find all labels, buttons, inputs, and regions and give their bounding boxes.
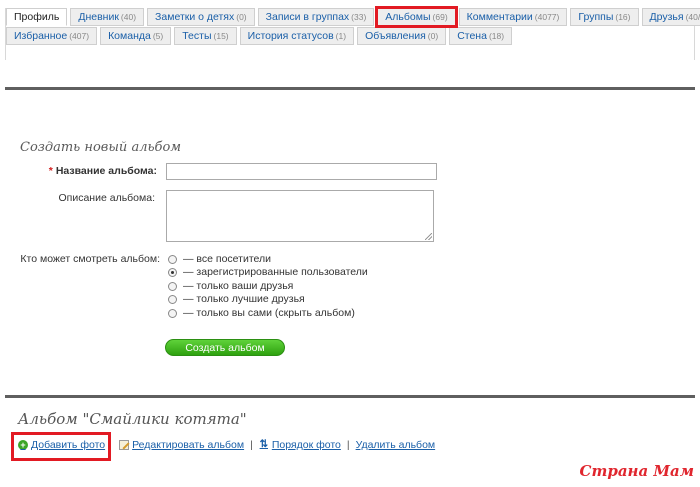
tab-comments[interactable]: Комментарии (4077) <box>458 8 568 26</box>
pencil-icon <box>119 440 130 450</box>
radio-button[interactable] <box>168 281 177 291</box>
photo-order-label: Порядок фото <box>271 439 341 451</box>
radio-label: — все посетители <box>183 253 271 265</box>
tab-count: (33) <box>351 12 367 22</box>
profile-tabs-panel: Профиль Дневник (40) Заметки о детях (0) З… <box>5 6 700 60</box>
tab-diary[interactable]: Дневник (40) <box>70 8 145 26</box>
tab-count: (0) <box>236 12 247 22</box>
radio-button[interactable] <box>168 308 177 318</box>
radio-button[interactable] <box>168 254 177 264</box>
tab-wall[interactable]: Стена (18) <box>449 27 513 45</box>
tab-groups[interactable]: Группы (16) <box>570 8 639 26</box>
edit-album-link[interactable]: Редактировать альбом <box>119 439 244 451</box>
tab-count: (0) <box>427 31 439 41</box>
tab-favorites[interactable]: Избранное (407) <box>6 27 98 45</box>
album-name-label: * Название альбома: <box>45 165 157 177</box>
album-name-label-text: Название альбома: <box>55 165 157 177</box>
tab-label: Команда <box>108 30 151 42</box>
album-name-input[interactable] <box>166 163 437 180</box>
radio-label: — только вы сами (скрыть альбом) <box>183 307 355 319</box>
album-description-textarea[interactable] <box>166 190 434 242</box>
tab-count: (4077) <box>534 12 560 22</box>
tab-label: Группы <box>578 11 614 23</box>
tab-count: (15) <box>213 31 229 41</box>
tab-label: Профиль <box>14 11 60 23</box>
visibility-option-all[interactable]: — все посетители <box>168 253 271 265</box>
tab-label: Заметки о детях <box>155 11 235 23</box>
sort-icon: ⇅ <box>259 439 268 450</box>
visibility-label: Кто может смотреть альбом: <box>20 253 160 265</box>
tab-count: (40/33) <box>685 12 700 22</box>
tab-group-posts[interactable]: Записи в группах (33) <box>257 8 375 26</box>
tab-count: (40) <box>120 12 137 22</box>
tab-kids-notes[interactable]: Заметки о детях (0) <box>147 8 255 26</box>
radio-label: — только лучшие друзья <box>183 293 305 305</box>
tab-label: Дневник <box>78 11 119 23</box>
tab-count: (407) <box>69 31 90 41</box>
album-actions: + Добавить фото Редактировать альбом | ⇅… <box>18 439 435 451</box>
tab-label: Объявления <box>365 30 426 42</box>
add-photo-label: Добавить фото <box>31 439 106 451</box>
visibility-option-registered[interactable]: — зарегистрированные пользователи <box>168 266 368 278</box>
edit-album-label: Редактировать альбом <box>132 439 245 451</box>
tab-team[interactable]: Команда (5) <box>100 27 172 45</box>
tab-label: Избранное <box>14 30 68 42</box>
album-description-label: Описание альбома: <box>58 192 156 204</box>
tab-label: Друзья <box>649 11 684 23</box>
tab-ads[interactable]: Объявления (0) <box>357 27 447 45</box>
resize-grip-icon[interactable] <box>425 233 432 240</box>
tab-label: История статусов <box>247 30 334 42</box>
tab-label: Тесты <box>182 30 212 42</box>
tab-label: Альбомы <box>385 11 431 23</box>
radio-label: — только ваши друзья <box>183 280 294 292</box>
tab-label: Записи в группах <box>265 11 350 23</box>
create-album-button[interactable]: Создать альбом <box>165 339 285 356</box>
tab-label: Комментарии <box>466 11 533 23</box>
radio-label: — зарегистрированные пользователи <box>183 266 368 278</box>
visibility-option-only-me[interactable]: — только вы сами (скрыть альбом) <box>168 307 355 319</box>
tab-count: (69) <box>432 12 448 22</box>
tab-albums[interactable]: Альбомы (69) <box>375 6 458 28</box>
tab-count: (18) <box>488 31 505 41</box>
album-title: Альбом "Смайлики котята" <box>18 410 247 428</box>
delete-album-label: Удалить альбом <box>355 439 436 451</box>
tab-tests[interactable]: Тесты (15) <box>174 27 237 45</box>
radio-button[interactable] <box>168 267 177 277</box>
separator: | <box>346 439 350 451</box>
plus-icon: + <box>18 440 28 450</box>
tabs-row-1: Профиль Дневник (40) Заметки о детях (0) З… <box>6 6 700 28</box>
add-photo-link[interactable]: + Добавить фото <box>18 439 105 451</box>
visibility-option-friends[interactable]: — только ваши друзья <box>168 280 293 292</box>
photo-order-link[interactable]: ⇅ Порядок фото <box>259 439 341 451</box>
radio-button[interactable] <box>168 294 177 304</box>
tab-count: (16) <box>615 12 631 22</box>
tab-label: Стена <box>457 30 487 42</box>
tab-friends[interactable]: Друзья(40/33) <box>641 8 700 26</box>
create-album-heading: Создать новый альбом <box>20 140 182 155</box>
section-divider <box>5 87 695 90</box>
tab-count: (5) <box>152 31 164 41</box>
site-watermark: Страна Мам <box>579 462 694 480</box>
separator: | <box>250 439 253 451</box>
tab-profile[interactable]: Профиль <box>6 8 68 26</box>
delete-album-link[interactable]: Удалить альбом <box>356 439 436 451</box>
tab-count: (1) <box>335 31 347 41</box>
section-divider <box>5 395 695 398</box>
tabs-row-2: Избранное (407) Команда (5) Тесты (15) Исто… <box>6 27 515 45</box>
visibility-option-best-friends[interactable]: — только лучшие друзья <box>168 293 305 305</box>
required-mark: * <box>48 165 53 177</box>
tab-status-history[interactable]: История статусов (1) <box>239 27 355 45</box>
